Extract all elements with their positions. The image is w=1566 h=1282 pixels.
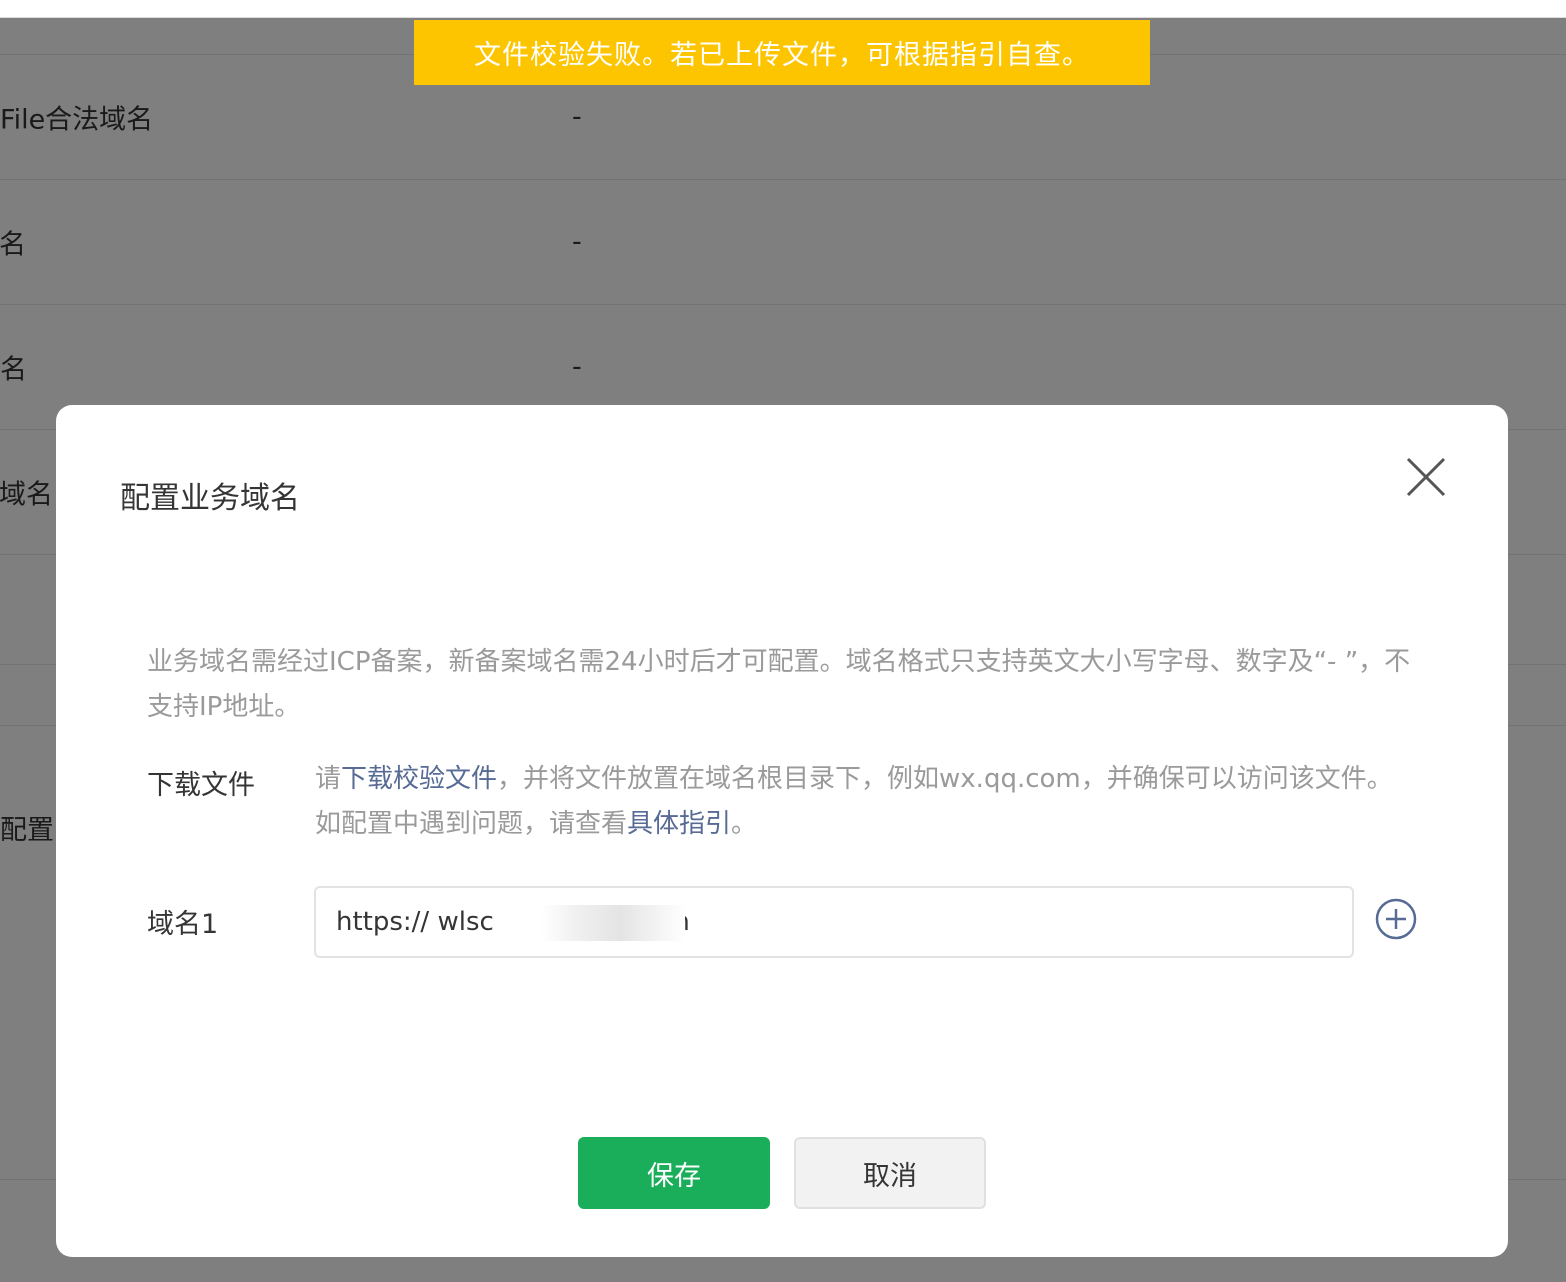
close-button[interactable] [1404,455,1448,499]
configure-domain-dialog: 配置业务域名 业务域名需经过ICP备案，新备案域名需24小时后才可配置。域名格式… [56,405,1508,1257]
cancel-button[interactable]: 取消 [794,1137,986,1209]
page: File合法域名 - 域名 - 名 - 新域名 配置 文件校验失败。若已上传文件… [0,0,1566,1282]
domain-1-label: 域名1 [147,909,219,940]
close-icon [1406,457,1446,497]
plus-circle-icon [1375,898,1417,940]
add-domain-button[interactable] [1374,897,1418,941]
top-bar [0,0,1566,18]
download-suffix: 。 [731,809,758,839]
download-verification-file-link[interactable]: 下载校验文件 [341,764,497,794]
redaction-blur [541,905,685,941]
dialog-title: 配置业务域名 [120,481,300,516]
download-file-label: 下载文件 [147,770,255,801]
domain-1-input[interactable] [314,886,1354,958]
guide-link[interactable]: 具体指引 [627,809,731,839]
save-button[interactable]: 保存 [578,1137,770,1209]
download-instructions: 请下载校验文件，并将文件放置在域名根目录下，例如wx.qq.com，并确保可以访… [315,757,1415,847]
error-toast: 文件校验失败。若已上传文件，可根据指引自查。 [414,20,1150,85]
domain-requirements-notice: 业务域名需经过ICP备案，新备案域名需24小时后才可配置。域名格式只支持英文大小… [147,647,1411,722]
download-prefix: 请 [315,764,342,794]
